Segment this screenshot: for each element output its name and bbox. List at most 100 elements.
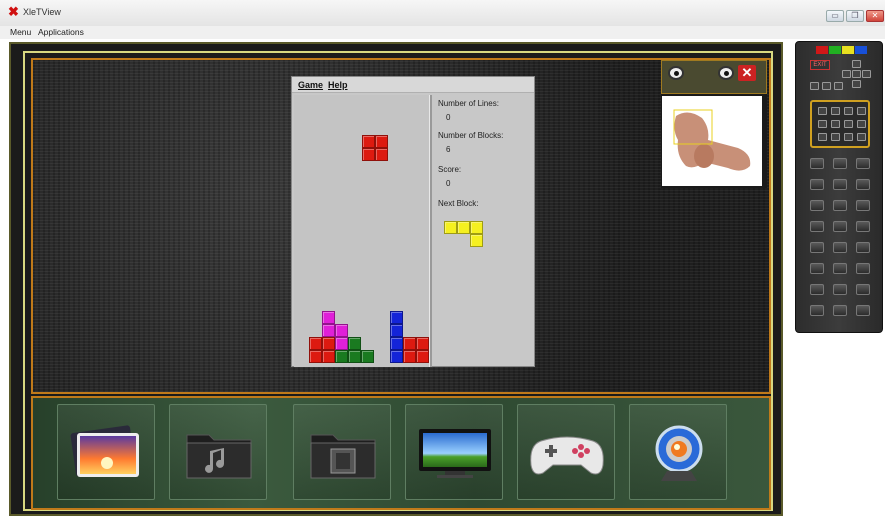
- tv-icon: [415, 421, 495, 485]
- close-button[interactable]: ✕: [866, 10, 884, 22]
- play-key[interactable]: [810, 82, 819, 90]
- num-9-key[interactable]: [818, 133, 827, 141]
- block-cell: [390, 337, 403, 350]
- num-star-key[interactable]: [844, 133, 853, 141]
- remote-function-button[interactable]: [856, 284, 870, 295]
- remote-function-button[interactable]: [810, 305, 824, 316]
- remote-function-button[interactable]: [856, 305, 870, 316]
- dock-item-video[interactable]: [293, 404, 391, 500]
- lines-value: 0: [446, 113, 451, 122]
- score-label: Score:: [438, 165, 462, 174]
- block-cell: [416, 337, 429, 350]
- down-key[interactable]: [852, 80, 861, 88]
- camera-toolbar: ✕: [661, 60, 767, 94]
- dock-item-games[interactable]: [517, 404, 615, 500]
- remote-function-button[interactable]: [856, 263, 870, 274]
- pause-key[interactable]: [822, 82, 831, 90]
- remote-function-button[interactable]: [810, 221, 824, 232]
- blocks-label: Number of Blocks:: [438, 131, 504, 140]
- remote-function-button[interactable]: [856, 242, 870, 253]
- dock-item-tv[interactable]: [405, 404, 503, 500]
- photos-icon: [67, 421, 147, 485]
- score-value: 0: [446, 179, 451, 188]
- next-block-cell: [470, 221, 483, 234]
- remote-function-button[interactable]: [833, 305, 847, 316]
- ok-key[interactable]: [852, 70, 861, 78]
- num-7-key[interactable]: [844, 120, 853, 128]
- remote-function-button[interactable]: [833, 221, 847, 232]
- menu-applications[interactable]: Applications: [38, 27, 84, 37]
- block-cell: [309, 337, 322, 350]
- remote-function-button[interactable]: [833, 179, 847, 190]
- tetris-board[interactable]: [294, 95, 430, 367]
- block-cell: [322, 350, 335, 363]
- dock-item-music[interactable]: [169, 404, 267, 500]
- remote-function-button[interactable]: [810, 284, 824, 295]
- num-1-key[interactable]: [818, 107, 827, 115]
- block-cell: [375, 148, 388, 161]
- menu-menu[interactable]: Menu: [10, 27, 31, 37]
- remote-function-button[interactable]: [833, 242, 847, 253]
- remote-function-button[interactable]: [810, 200, 824, 211]
- webcam-icon: [639, 421, 719, 485]
- next-block-label: Next Block:: [438, 199, 479, 208]
- num-8-key[interactable]: [857, 120, 866, 128]
- remote-function-button[interactable]: [810, 158, 824, 169]
- camera-close-button[interactable]: ✕: [738, 65, 756, 81]
- dock-item-photos[interactable]: [57, 404, 155, 500]
- remote-function-button[interactable]: [856, 200, 870, 211]
- application-window: ✖ XleTView ▭ ❐ ✕ Menu Applications Game …: [0, 0, 885, 518]
- right-key[interactable]: [862, 70, 871, 78]
- num-0-key[interactable]: [831, 133, 840, 141]
- dock-item-webcam[interactable]: [629, 404, 727, 500]
- numpad: [810, 100, 870, 148]
- red-key[interactable]: [816, 46, 828, 54]
- num-2-key[interactable]: [831, 107, 840, 115]
- media-dock: [31, 396, 771, 510]
- remote-control: EXIT: [795, 41, 883, 333]
- maximize-button[interactable]: ❐: [846, 10, 864, 22]
- next-block-cell: [444, 221, 457, 234]
- remote-function-button[interactable]: [833, 284, 847, 295]
- num-5-key[interactable]: [818, 120, 827, 128]
- remote-function-button[interactable]: [833, 158, 847, 169]
- board-divider: [430, 95, 432, 367]
- remote-function-button[interactable]: [810, 179, 824, 190]
- block-cell: [335, 350, 348, 363]
- blocks-value: 6: [446, 145, 451, 154]
- tetris-menu-game[interactable]: Game: [298, 80, 323, 90]
- remote-function-button[interactable]: [810, 242, 824, 253]
- tetris-menu-help[interactable]: Help: [328, 80, 348, 90]
- num-4-key[interactable]: [857, 107, 866, 115]
- num-hash-key[interactable]: [857, 133, 866, 141]
- remote-function-button[interactable]: [856, 179, 870, 190]
- num-6-key[interactable]: [831, 120, 840, 128]
- window-title: XleTView: [23, 7, 61, 17]
- remote-function-button[interactable]: [833, 263, 847, 274]
- left-key[interactable]: [842, 70, 851, 78]
- num-3-key[interactable]: [844, 107, 853, 115]
- block-cell: [416, 350, 429, 363]
- tetris-window: Game Help Number of Lines: 0 Number of B…: [291, 76, 535, 367]
- block-cell: [375, 135, 388, 148]
- eye-icon[interactable]: [668, 66, 684, 80]
- menu-bar: Menu Applications: [0, 26, 885, 39]
- remote-function-button[interactable]: [856, 158, 870, 169]
- remote-function-button[interactable]: [856, 221, 870, 232]
- eye-icon[interactable]: [718, 66, 734, 80]
- minimize-button[interactable]: ▭: [826, 10, 844, 22]
- block-cell: [403, 350, 416, 363]
- music-folder-icon: [179, 421, 259, 485]
- remote-function-button[interactable]: [833, 200, 847, 211]
- block-cell: [322, 324, 335, 337]
- tetris-menu-bar: Game Help: [292, 77, 534, 93]
- green-key[interactable]: [829, 46, 841, 54]
- up-key[interactable]: [852, 60, 861, 68]
- exit-button[interactable]: EXIT: [810, 60, 830, 70]
- blue-key[interactable]: [855, 46, 867, 54]
- stop-key[interactable]: [834, 82, 843, 90]
- camera-panel: ✕: [661, 60, 767, 188]
- yellow-key[interactable]: [842, 46, 854, 54]
- block-cell: [361, 350, 374, 363]
- remote-function-button[interactable]: [810, 263, 824, 274]
